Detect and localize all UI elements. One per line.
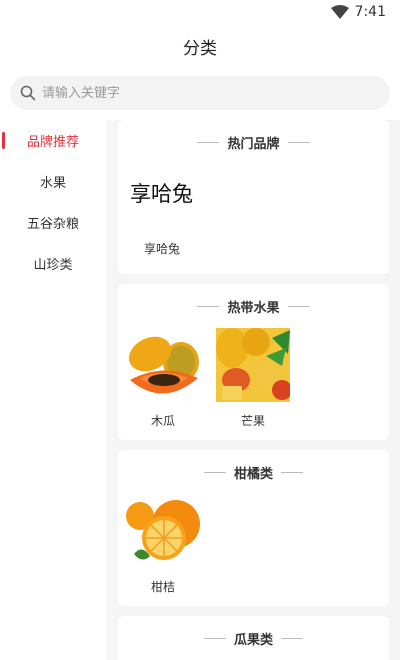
product-item-papaya[interactable]: 木瓜 — [126, 328, 200, 429]
brand-logo: 享哈兔 — [130, 182, 193, 206]
section-card-citrus: 柑橘类 柑桔 — [118, 450, 389, 606]
sidebar-item-label: 品牌推荐 — [26, 135, 79, 150]
search-bar[interactable] — [10, 76, 390, 110]
category-content: 热门品牌 享哈兔 享哈兔 热带水果 木瓜 芒果 柑橘类 柑桔 瓜果类 — [106, 120, 400, 660]
divider — [203, 471, 226, 473]
mango-image — [216, 328, 292, 402]
search-icon — [20, 85, 36, 101]
divider — [287, 141, 310, 143]
sidebar-item-grains[interactable]: 五谷杂粮 — [0, 202, 106, 243]
sidebar-item-fruit[interactable]: 水果 — [0, 161, 106, 202]
section-title: 瓜果类 — [118, 616, 389, 660]
brand-item[interactable]: 享哈兔 享哈兔 — [118, 164, 389, 257]
product-label: 木瓜 — [150, 414, 175, 428]
wifi-icon — [330, 5, 349, 19]
product-item-mango[interactable]: 芒果 — [216, 328, 292, 429]
status-bar: 7:41 — [0, 0, 400, 24]
search-input[interactable] — [42, 85, 362, 101]
divider — [197, 141, 220, 143]
status-icons: 7:41 — [330, 3, 386, 21]
section-title: 热带水果 — [118, 284, 389, 328]
section-title: 柑橘类 — [118, 450, 389, 494]
product-label: 柑桔 — [150, 580, 175, 594]
product-item-orange[interactable]: 柑桔 — [126, 494, 200, 595]
divider — [281, 471, 303, 473]
section-card-melons: 瓜果类 — [118, 616, 389, 660]
page-title: 分类 — [183, 38, 217, 59]
section-title-text: 柑橘类 — [233, 466, 273, 482]
status-time: 7:41 — [354, 4, 386, 20]
section-title-text: 瓜果类 — [233, 632, 273, 648]
divider — [281, 637, 303, 639]
section-card-tropical-fruits: 热带水果 木瓜 芒果 — [118, 284, 389, 440]
divider — [287, 305, 310, 307]
category-sidebar: 品牌推荐 水果 五谷杂粮 山珍类 — [0, 120, 106, 660]
divider — [197, 305, 220, 307]
brand-label: 享哈兔 — [143, 242, 180, 256]
orange-image — [126, 494, 200, 568]
title-bar: 分类 — [0, 24, 400, 68]
sidebar-item-label: 五谷杂粮 — [26, 217, 79, 232]
sidebar-item-label: 水果 — [39, 176, 66, 191]
section-title-text: 热带水果 — [227, 300, 280, 316]
sidebar-item-brand-recommend[interactable]: 品牌推荐 — [0, 120, 106, 161]
section-title-text: 热门品牌 — [227, 136, 280, 152]
section-title: 热门品牌 — [118, 120, 389, 164]
sidebar-item-mountain-delicacies[interactable]: 山珍类 — [0, 243, 106, 284]
papaya-image — [126, 328, 200, 402]
divider — [203, 637, 226, 639]
product-label: 芒果 — [240, 414, 265, 428]
sidebar-item-label: 山珍类 — [33, 258, 73, 273]
section-card-hot-brands: 热门品牌 享哈兔 享哈兔 — [118, 120, 389, 274]
